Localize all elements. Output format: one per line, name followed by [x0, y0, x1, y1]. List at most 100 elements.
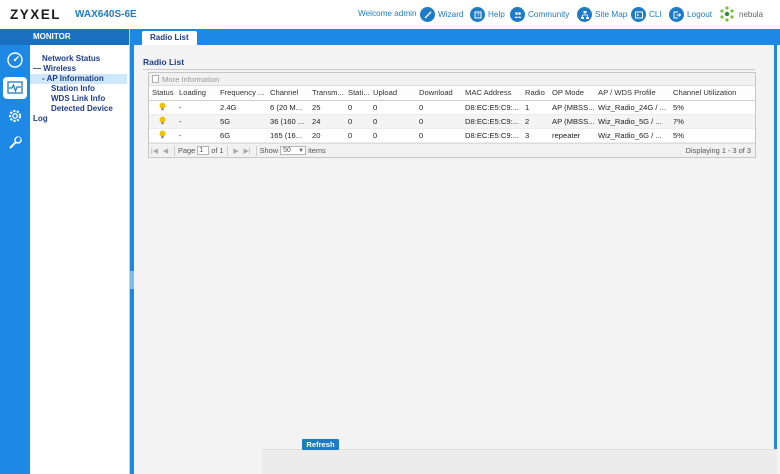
- logout-icon: [669, 7, 684, 22]
- op-mode-cell: AP (MBSS...: [549, 114, 595, 129]
- nebula-label: nebula: [739, 9, 764, 19]
- wizard-label: Wizard: [438, 10, 464, 19]
- logout-link[interactable]: Logout: [669, 0, 712, 29]
- maintenance-button[interactable]: [3, 132, 27, 154]
- tab-radio-list[interactable]: Radio List: [142, 31, 197, 45]
- pagination-bar: |◀ ◀ Page 1 of 1 ▶ ▶| Show 50 ▼ items Dis…: [149, 143, 755, 157]
- column-header[interactable]: AP / WDS Profile: [595, 86, 670, 101]
- transmit-cell: 20: [309, 128, 345, 143]
- stations-cell: 0: [345, 100, 370, 115]
- profile-cell: Wiz_Radio_6G / ...: [595, 128, 670, 143]
- more-information-button[interactable]: More Information: [162, 75, 219, 84]
- monitor-title: MONITOR: [30, 29, 129, 45]
- help-link[interactable]: ? Help: [470, 0, 505, 29]
- utilization-cell: 5%: [670, 100, 755, 115]
- welcome-text: Welcome admin: [358, 9, 417, 18]
- page-label: Page: [178, 146, 196, 155]
- tree-item-wireless[interactable]: — Wireless: [30, 64, 129, 74]
- chevron-down-icon: ▼: [298, 148, 305, 154]
- column-header[interactable]: OP Mode: [549, 86, 595, 101]
- tree-item-station-info[interactable]: Station Info: [30, 84, 129, 94]
- configuration-button[interactable]: [3, 105, 27, 127]
- tree-item-detected-device[interactable]: Detected Device: [30, 104, 129, 114]
- page-size-select[interactable]: 50 ▼: [280, 146, 307, 155]
- column-header[interactable]: Upload: [370, 86, 416, 101]
- cli-label: CLI: [649, 10, 662, 19]
- frequency-cell: 2.4G: [217, 100, 267, 115]
- monitor-panel: MONITOR Network Status — Wireless - AP I…: [30, 29, 130, 474]
- loading-cell: -: [176, 114, 217, 129]
- column-header[interactable]: Stati...: [345, 86, 370, 101]
- channel-cell: 6 (20 M...: [267, 100, 309, 115]
- table-row[interactable]: - 6G 165 (16... 20 0 0 0 D8:EC:E5:C9:...…: [149, 128, 755, 143]
- sitemap-icon: [577, 7, 592, 22]
- profile-cell: Wiz_Radio_24G / ...: [595, 100, 670, 115]
- show-label: Show: [259, 146, 279, 155]
- mac-cell: D8:EC:E5:C9:...: [462, 100, 522, 115]
- section-title: Radio List: [143, 57, 185, 67]
- loading-cell: -: [176, 100, 217, 115]
- monitor-button[interactable]: [3, 77, 27, 99]
- table-header-row: Status Loading Frequency ... Channel Tra…: [149, 86, 755, 101]
- transmit-cell: 24: [309, 114, 345, 129]
- status-cell: [149, 114, 176, 129]
- maintenance-icon: [9, 136, 22, 149]
- upload-cell: 0: [370, 100, 416, 115]
- channel-cell: 36 (160 ...: [267, 114, 309, 129]
- tree-item-wds-link-info[interactable]: WDS Link Info: [30, 94, 129, 104]
- column-header[interactable]: Radio: [522, 86, 549, 101]
- page-number-input[interactable]: 1: [197, 146, 210, 155]
- channel-cell: 165 (16...: [267, 128, 309, 143]
- download-cell: 0: [416, 128, 462, 143]
- monitor-icon: [7, 81, 23, 94]
- frequency-cell: 6G: [217, 128, 267, 143]
- refresh-button[interactable]: Refresh: [302, 439, 339, 450]
- transmit-cell: 25: [309, 100, 345, 115]
- help-icon: ?: [470, 7, 485, 22]
- logout-label: Logout: [687, 10, 713, 19]
- radio-table: Status Loading Frequency ... Channel Tra…: [149, 86, 755, 143]
- monitor-tree: Network Status — Wireless - AP Informati…: [30, 45, 129, 124]
- column-header[interactable]: Frequency ...: [217, 86, 267, 101]
- next-page-icon[interactable]: ▶: [231, 147, 242, 155]
- collapse-icon[interactable]: -: [42, 74, 45, 83]
- stations-cell: 0: [345, 114, 370, 129]
- dashboard-button[interactable]: [3, 49, 27, 71]
- table-row[interactable]: - 5G 36 (160 ... 24 0 0 0 D8:EC:E5:C9:..…: [149, 114, 755, 129]
- stations-cell: 0: [345, 128, 370, 143]
- wizard-link[interactable]: Wizard: [420, 0, 463, 29]
- table-row[interactable]: - 2.4G 6 (20 M... 25 0 0 0 D8:EC:E5:C9:.…: [149, 100, 755, 115]
- page-size-value: 50: [283, 147, 291, 154]
- tree-item-ap-information[interactable]: - AP Information: [30, 74, 127, 84]
- wand-icon: [420, 7, 435, 22]
- nebula-link[interactable]: nebula: [718, 5, 763, 23]
- tree-item-network-status[interactable]: Network Status: [30, 54, 129, 64]
- column-header[interactable]: Download: [416, 86, 462, 101]
- column-header[interactable]: Channel: [267, 86, 309, 101]
- column-header[interactable]: MAC Address: [462, 86, 522, 101]
- loading-cell: -: [176, 128, 217, 143]
- tree-item-log[interactable]: Log: [30, 114, 129, 124]
- column-header[interactable]: Status: [149, 86, 176, 101]
- content-pane: Radio List More Information Status Loadi…: [134, 45, 777, 474]
- collapse-icon[interactable]: —: [33, 64, 41, 73]
- prev-page-icon[interactable]: ◀: [160, 147, 171, 155]
- community-link[interactable]: Community: [510, 0, 569, 29]
- bulb-icon: [159, 116, 166, 124]
- radio-cell: 2: [522, 114, 549, 129]
- utilization-cell: 7%: [670, 114, 755, 129]
- items-label: items: [308, 146, 326, 155]
- first-page-icon[interactable]: |◀: [149, 147, 160, 155]
- column-header[interactable]: Transm...: [309, 86, 345, 101]
- radio-cell: 1: [522, 100, 549, 115]
- cli-link[interactable]: CLI: [631, 0, 662, 29]
- sitemap-link[interactable]: Site Map: [577, 0, 627, 29]
- more-information-icon: [152, 75, 159, 83]
- radio-list-grid: More Information Status Loading Frequenc…: [148, 72, 756, 158]
- column-header[interactable]: Channel Utilization: [670, 86, 755, 101]
- footer-bar: [262, 449, 777, 474]
- last-page-icon[interactable]: ▶|: [242, 147, 253, 155]
- bulb-icon: [159, 130, 166, 138]
- column-header[interactable]: Loading: [176, 86, 217, 101]
- tree-item-wireless-label: Wireless: [43, 64, 77, 73]
